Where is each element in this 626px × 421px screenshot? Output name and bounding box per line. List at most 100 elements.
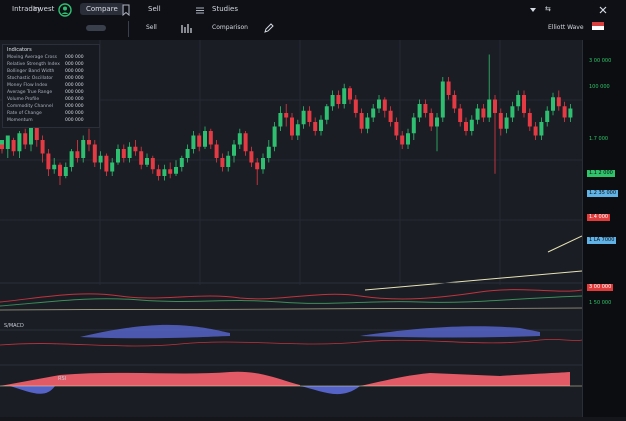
candle-down [429, 113, 434, 127]
candle-down [197, 135, 202, 147]
candle-up [69, 151, 74, 167]
candle-down [382, 99, 387, 111]
candle-up [110, 162, 115, 172]
candle-up [440, 81, 445, 118]
tab-sync[interactable]: ⇆ [545, 5, 551, 13]
info-row-value: 000 000 [65, 55, 84, 60]
candle-up [411, 117, 416, 134]
candle-up [81, 140, 86, 158]
candle-up [63, 167, 68, 176]
price-scale[interactable]: 3 00 000 100 000 1.7 000 1.1 2 000 1.2 35 00… [582, 40, 626, 417]
candle-down [133, 146, 138, 152]
candle-down [464, 122, 468, 131]
green-user-icon[interactable] [58, 2, 72, 17]
candle-down [493, 99, 497, 113]
price-label: 1.2 35 000 [587, 190, 619, 197]
candle-down [290, 117, 294, 136]
candle-up [319, 119, 323, 131]
candle-up [365, 117, 370, 129]
info-row-label: Momentum [7, 118, 33, 123]
candle-down [214, 144, 219, 158]
price-label: 1.7 000 [587, 136, 611, 143]
info-row: Relative Strength Index 000 000 [7, 62, 84, 67]
rsi-panel [0, 371, 582, 395]
candle-down [139, 151, 144, 165]
close-icon[interactable] [596, 2, 610, 16]
candle-up [406, 133, 410, 145]
info-row-value: 000 000 [65, 76, 84, 81]
info-row: Rate of Change 000 000 [7, 111, 84, 116]
candle-down [156, 169, 161, 176]
candle-up [551, 97, 555, 111]
tab-comparison[interactable]: Comparison [212, 24, 248, 31]
candle-down [34, 126, 39, 140]
candle-down [168, 169, 173, 174]
candle-up [469, 119, 474, 131]
candle-down [40, 140, 45, 154]
info-row: Stochastic Oscillator 000 000 [7, 76, 84, 81]
menu-icon[interactable] [193, 2, 207, 16]
tab-sell[interactable]: Sell [148, 5, 161, 13]
bookmark-icon[interactable] [119, 2, 133, 17]
info-row-value: 000 000 [65, 62, 84, 67]
toggle-pill[interactable] [86, 25, 106, 31]
candle-down [452, 95, 457, 109]
candle-down [208, 131, 213, 145]
candle-up [232, 144, 236, 156]
compare-button[interactable]: Compare [80, 3, 124, 15]
candle-up [5, 135, 10, 149]
candle-up [504, 117, 509, 129]
candle-up [185, 149, 190, 158]
subtoolbar: Sell Comparison Elliott Wave [0, 18, 626, 40]
candle-down [58, 164, 62, 176]
price-label: 3 00 000 [587, 58, 614, 65]
candle-up [52, 164, 57, 170]
candle-up [29, 126, 33, 145]
candle-down [353, 99, 358, 113]
info-row-label: Relative Strength Index [7, 62, 60, 67]
candle-down [92, 144, 97, 163]
dropdown-icon[interactable] [526, 2, 540, 16]
candle-up [266, 146, 271, 158]
tab-studies-sub[interactable]: Sell [146, 24, 157, 31]
candle-up [295, 124, 300, 136]
info-row-value: 000 000 [65, 97, 84, 102]
candle-down [388, 110, 393, 122]
info-row-label: Stochastic Oscillator [7, 76, 53, 81]
candle-up [516, 95, 521, 107]
candle-up [278, 113, 283, 127]
candle-up [237, 133, 242, 145]
candle-up [371, 108, 376, 118]
candle-down [313, 122, 318, 131]
oscillator-panel [0, 289, 583, 311]
candle-down [359, 113, 364, 129]
candle-down [533, 126, 538, 136]
candle-down [527, 113, 532, 127]
toolbar: Intraday Invest Compare Sell Studies ⇆ S… [0, 0, 626, 41]
candle-down [0, 144, 4, 149]
candle-down [307, 110, 312, 122]
info-row: Commodity Channel 000 000 [7, 104, 84, 109]
candle-down [255, 162, 260, 170]
candle-down [400, 135, 405, 145]
bar-chart-icon[interactable] [180, 20, 194, 34]
candle-up [162, 169, 167, 176]
rsi-label: RSI [58, 376, 67, 382]
candle-down [458, 108, 463, 122]
trading-app: Intraday Invest Compare Sell Studies ⇆ S… [0, 0, 626, 417]
tab-studies[interactable]: Studies [212, 5, 238, 13]
candle-down [446, 81, 451, 95]
indicator-info-panel[interactable]: Indicators Moving Average Cross 000 000 Re… [2, 44, 100, 128]
candle-down [556, 97, 561, 107]
pencil-icon[interactable] [262, 20, 276, 34]
tab-invest[interactable]: Invest [33, 5, 54, 13]
info-row-value: 000 000 [65, 69, 84, 74]
candle-up [116, 149, 120, 163]
candle-down [243, 133, 248, 152]
candle-up [568, 108, 573, 118]
candle-up [261, 158, 265, 170]
elliott-wave-label[interactable]: Elliott Wave [548, 24, 584, 31]
macd-panel [0, 324, 583, 347]
candle-up [145, 158, 149, 165]
info-row-label: Moving Average Cross [7, 55, 57, 60]
